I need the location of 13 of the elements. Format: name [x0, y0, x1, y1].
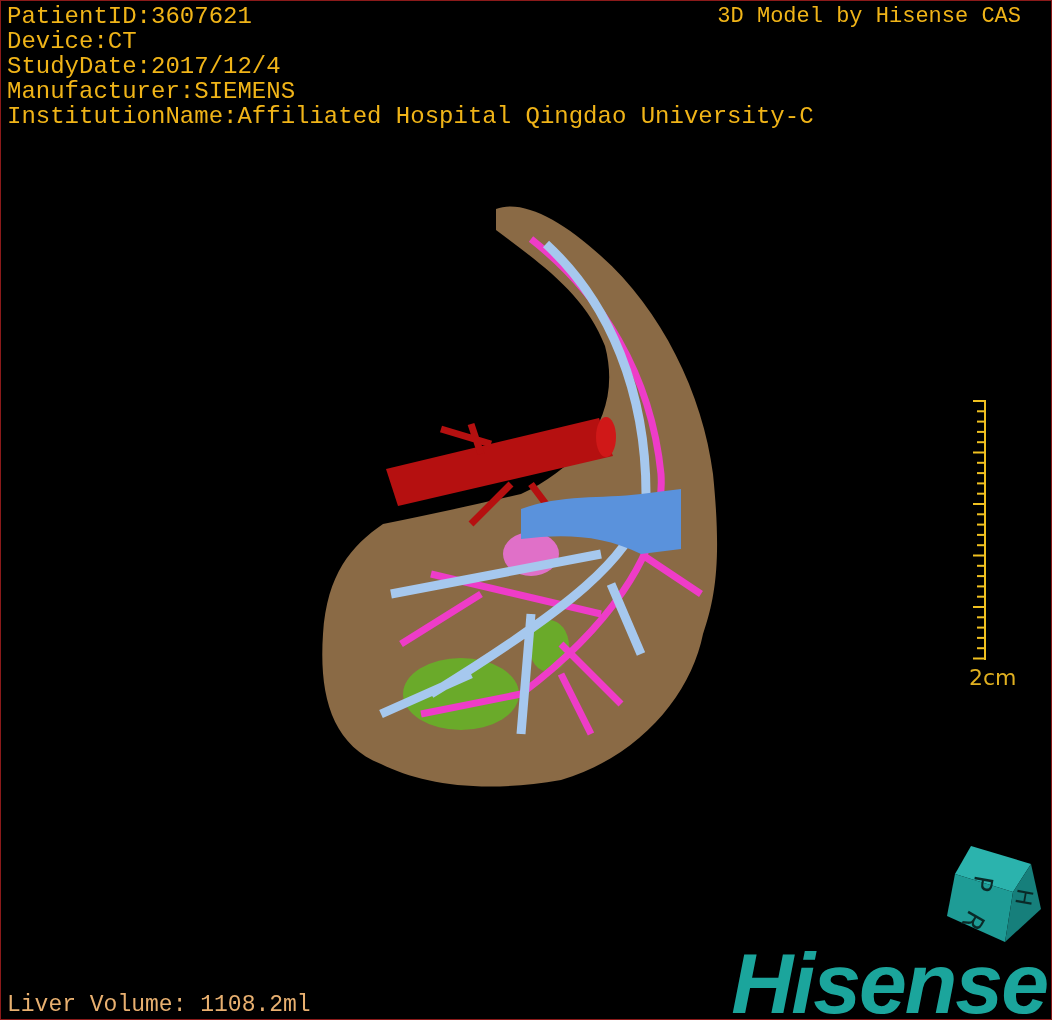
viewer-title: 3D Model by Hisense CAS: [717, 4, 1022, 29]
brand-logo: Hisense: [731, 944, 1047, 1019]
cube-face-label: H: [1010, 886, 1038, 908]
patient-info-line: PatientID:3607621: [7, 4, 252, 29]
patient-info-line: Manufacturer:SIEMENS: [7, 79, 296, 104]
cube-face-label: P: [966, 873, 999, 894]
cube-face-label: R: [955, 905, 991, 937]
orientation-cube[interactable]: P H R: [943, 844, 1043, 944]
liver-volume-label: Liver Volume: 1108.2ml: [7, 992, 311, 1019]
patient-info-line: Device:CT: [7, 29, 137, 54]
patient-info-line: StudyDate:2017/12/4: [7, 54, 281, 79]
patient-info-line: InstitutionName:Affiliated Hospital Qingdao University-C: [7, 104, 814, 129]
scale-bar-label: 2cm: [969, 667, 1017, 689]
